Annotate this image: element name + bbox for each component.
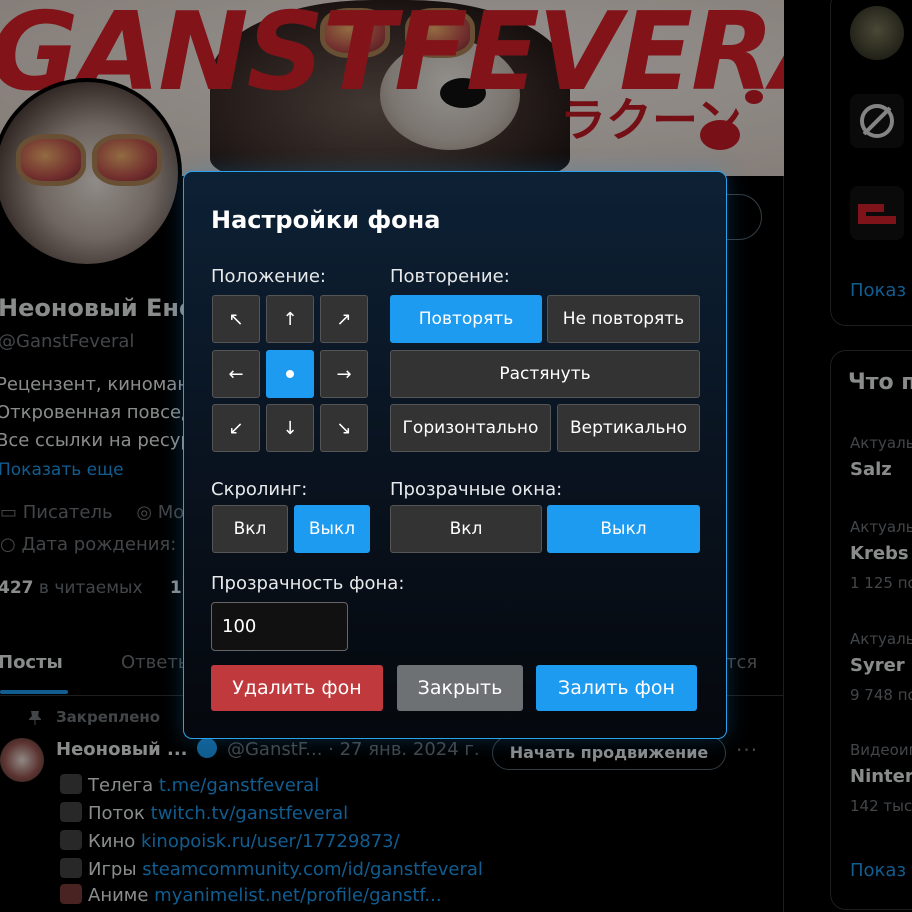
scrolling-on-button[interactable]: Вкл: [212, 505, 288, 553]
delete-background-button[interactable]: Удалить фон: [211, 665, 383, 711]
repeat-button[interactable]: Повторять: [390, 295, 542, 343]
position-top-left-button[interactable]: ↖: [212, 295, 260, 343]
close-button[interactable]: Закрыть: [397, 665, 523, 711]
transparent-off-button[interactable]: Выкл: [547, 505, 700, 553]
upload-background-button[interactable]: Залить фон: [536, 665, 697, 711]
dialog-title: Настройки фона: [211, 206, 441, 234]
transparent-on-button[interactable]: Вкл: [390, 505, 542, 553]
repeat-vertical-button[interactable]: Вертикально: [557, 404, 700, 452]
opacity-input[interactable]: [211, 602, 348, 651]
position-right-button[interactable]: →: [320, 350, 368, 398]
opacity-label: Прозрачность фона:: [211, 573, 405, 594]
repeat-horizontal-button[interactable]: Горизонтально: [390, 404, 551, 452]
position-top-right-button[interactable]: ↗: [320, 295, 368, 343]
center-dot-icon: [286, 370, 294, 378]
position-center-button[interactable]: [266, 350, 314, 398]
no-repeat-button[interactable]: Не повторять: [547, 295, 700, 343]
transparent-windows-label: Прозрачные окна:: [390, 479, 563, 500]
position-top-button[interactable]: ↑: [266, 295, 314, 343]
repeat-label: Повторение:: [390, 266, 510, 287]
position-bottom-left-button[interactable]: ↙: [212, 404, 260, 452]
scrolling-off-button[interactable]: Выкл: [294, 505, 370, 553]
position-label: Положение:: [211, 266, 326, 287]
stretch-button[interactable]: Растянуть: [390, 350, 700, 398]
scrolling-label: Скролинг:: [211, 479, 308, 500]
position-bottom-right-button[interactable]: ↘: [320, 404, 368, 452]
background-settings-dialog: Настройки фона Положение: Повторение: ↖ …: [183, 171, 727, 739]
position-bottom-button[interactable]: ↓: [266, 404, 314, 452]
position-left-button[interactable]: ←: [212, 350, 260, 398]
